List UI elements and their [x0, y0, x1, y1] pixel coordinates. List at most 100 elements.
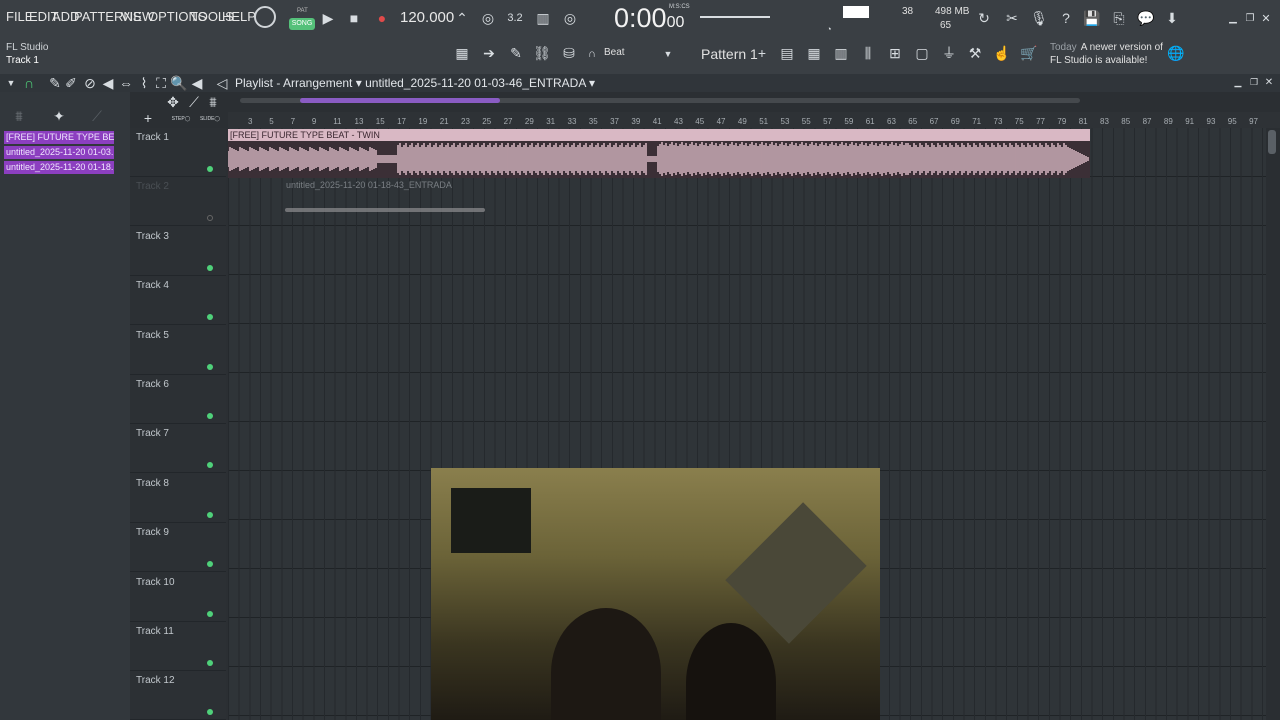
track-mute-led[interactable] — [207, 610, 213, 617]
vertical-scrollbar[interactable] — [1266, 128, 1280, 720]
slide-toggle[interactable]: SLIDE◯ — [198, 114, 222, 124]
track-header-8[interactable]: Track 8 — [130, 474, 226, 523]
zoom-icon[interactable]: 🔍 — [170, 75, 187, 91]
project-icon[interactable]: ▢ — [913, 45, 931, 61]
project-name[interactable]: untitled_2025-11-20 01-03-46_ENTRADA — [365, 76, 586, 90]
track-header-9[interactable]: Track 9 — [130, 523, 226, 573]
select-icon[interactable]: ⛶ — [154, 75, 168, 91]
clip-source-1[interactable]: [FREE] FUTURE TYPE BE... — [4, 131, 114, 144]
track-mute-led[interactable] — [207, 413, 213, 419]
horizontal-scroll-thumb[interactable] — [300, 98, 500, 103]
track-mute-led[interactable] — [207, 511, 213, 518]
add-track-icon[interactable]: + — [143, 110, 153, 126]
arrow-icon[interactable]: ➔ — [480, 45, 498, 61]
undo-icon[interactable]: ↻ — [975, 9, 993, 27]
audio-clip-icon[interactable]: ✦ — [51, 108, 67, 124]
automation-icon[interactable]: ⟋ — [90, 108, 104, 124]
link-icon[interactable]: ⛓ — [533, 45, 551, 61]
channel-rack-icon[interactable]: ▦ — [805, 45, 823, 61]
overdub-icon[interactable]: ◎ — [560, 9, 580, 27]
mixer-faders-icon[interactable]: ⫼ — [859, 45, 877, 61]
window-restore-icon[interactable]: ❐ — [1249, 77, 1259, 87]
track-mute-led[interactable] — [207, 314, 213, 321]
track-mute-led[interactable] — [207, 264, 213, 271]
track-header-5[interactable]: Track 5 — [130, 326, 226, 375]
tempo-display[interactable]: 120.000 — [400, 9, 454, 26]
piano-icon[interactable]: ▥ — [832, 45, 850, 61]
brush-icon[interactable]: ✎ — [507, 45, 525, 61]
playlist-menu-icon[interactable]: ▼ — [6, 77, 16, 89]
track-header-7[interactable]: Track 7 — [130, 424, 226, 474]
track-mute-led[interactable] — [207, 462, 213, 469]
track-header-6[interactable]: Track 6 — [130, 375, 226, 424]
cut-icon[interactable]: ✂ — [1003, 9, 1021, 27]
clip-2-waveform[interactable] — [285, 208, 485, 212]
step-toggle[interactable]: STEP◯ — [170, 114, 192, 124]
track-header-4[interactable]: Track 4 — [130, 276, 226, 326]
track-header-1[interactable]: Track 1 — [130, 128, 226, 177]
blend-notes-icon[interactable]: ▥ — [533, 9, 553, 27]
track-header-2[interactable]: Track 2 — [130, 177, 226, 227]
chat-icon[interactable]: 💬 — [1137, 9, 1155, 27]
loop-record-icon[interactable]: ◎ — [478, 9, 498, 27]
download-icon[interactable]: ⬇ — [1163, 9, 1181, 27]
chevron-down-icon[interactable]: ▼ — [662, 47, 674, 61]
vertical-scroll-thumb[interactable] — [1268, 130, 1276, 154]
record-icon[interactable]: ● — [376, 10, 388, 26]
globe-icon[interactable]: 🌐 — [1167, 45, 1185, 61]
touch-icon[interactable]: ☝ — [993, 45, 1011, 61]
piano-roll-icon[interactable]: ▦ — [452, 45, 472, 61]
step-edit-icon[interactable]: 3.2 — [505, 9, 525, 27]
grid-icon[interactable]: ⩩ — [206, 94, 220, 110]
snap-magnet-icon[interactable]: ∩ — [22, 75, 36, 91]
save-icon[interactable]: 💾 — [1083, 9, 1101, 27]
delete-icon[interactable]: ⊘ — [83, 75, 97, 91]
mute-icon[interactable]: ◀ — [101, 75, 115, 91]
track-header-11[interactable]: Track 11 — [130, 622, 226, 671]
plugin-icon[interactable]: ⏚ — [940, 45, 958, 61]
metronome-icon[interactable]: ⌃ — [452, 9, 472, 27]
mixer-icon[interactable]: ⎘ — [1110, 9, 1128, 27]
track-mute-led[interactable] — [207, 660, 213, 666]
stamp-icon[interactable]: ⛁ — [560, 45, 578, 61]
tool-icon[interactable]: ⚒ — [966, 45, 984, 61]
track-mute-led[interactable] — [207, 561, 213, 568]
help-icon[interactable]: ? — [1057, 9, 1075, 27]
magnet-icon[interactable]: ∩ — [586, 47, 598, 61]
snap-selector[interactable]: Beat — [604, 47, 625, 58]
playback-icon[interactable]: ◀ — [190, 75, 204, 91]
play-icon[interactable]: ▶ — [322, 10, 334, 26]
microphone-icon[interactable]: 🎙 — [1030, 9, 1048, 27]
pattern-selector[interactable]: Pattern 1 — [701, 46, 758, 62]
cart-icon[interactable]: 🛒 — [1020, 45, 1038, 61]
track-header-3[interactable]: Track 3 — [130, 227, 226, 276]
paint-icon[interactable]: ✐ — [64, 75, 78, 91]
news-line-2[interactable]: FL Studio is available! — [1050, 55, 1147, 66]
tempo-dial-icon[interactable] — [254, 6, 276, 28]
browser-icon[interactable]: ⊞ — [886, 45, 904, 61]
news-line-1[interactable]: Today A newer version of — [1050, 42, 1163, 53]
window-minimize-icon[interactable]: ▁ — [1233, 77, 1243, 87]
track-header-12[interactable]: Track 12 — [130, 671, 226, 720]
track-mute-led[interactable] — [207, 166, 213, 172]
slip-icon[interactable]: ⇔ — [119, 75, 133, 91]
menu-help[interactable]: HELP — [222, 9, 256, 24]
restore-icon[interactable]: ❐ — [1245, 12, 1255, 24]
speaker-icon[interactable]: ◁ — [215, 75, 229, 91]
track-header-10[interactable]: Track 10 — [130, 573, 226, 622]
pitch-knob-icon[interactable]: ◔ — [824, 24, 834, 34]
stretch-icon[interactable]: ✥ — [166, 94, 180, 110]
pencil-icon[interactable]: ✎ — [48, 75, 62, 91]
panel-icon[interactable]: ⩩ — [12, 108, 26, 124]
slice-icon[interactable]: ⌇ — [137, 75, 151, 91]
window-close-icon[interactable]: ✕ — [1264, 77, 1274, 88]
add-pattern-icon[interactable]: + — [756, 45, 768, 61]
clip-source-2[interactable]: untitled_2025-11-20 01-03... — [4, 146, 114, 159]
close-icon[interactable]: ✕ — [1261, 12, 1271, 25]
track-mute-led[interactable] — [207, 215, 213, 222]
track-mute-led[interactable] — [207, 363, 213, 370]
playlist-icon[interactable]: ▤ — [778, 45, 796, 61]
track-mute-led[interactable] — [207, 709, 213, 716]
minimize-icon[interactable]: ▁ — [1228, 12, 1238, 24]
master-volume-slider[interactable] — [700, 16, 770, 18]
